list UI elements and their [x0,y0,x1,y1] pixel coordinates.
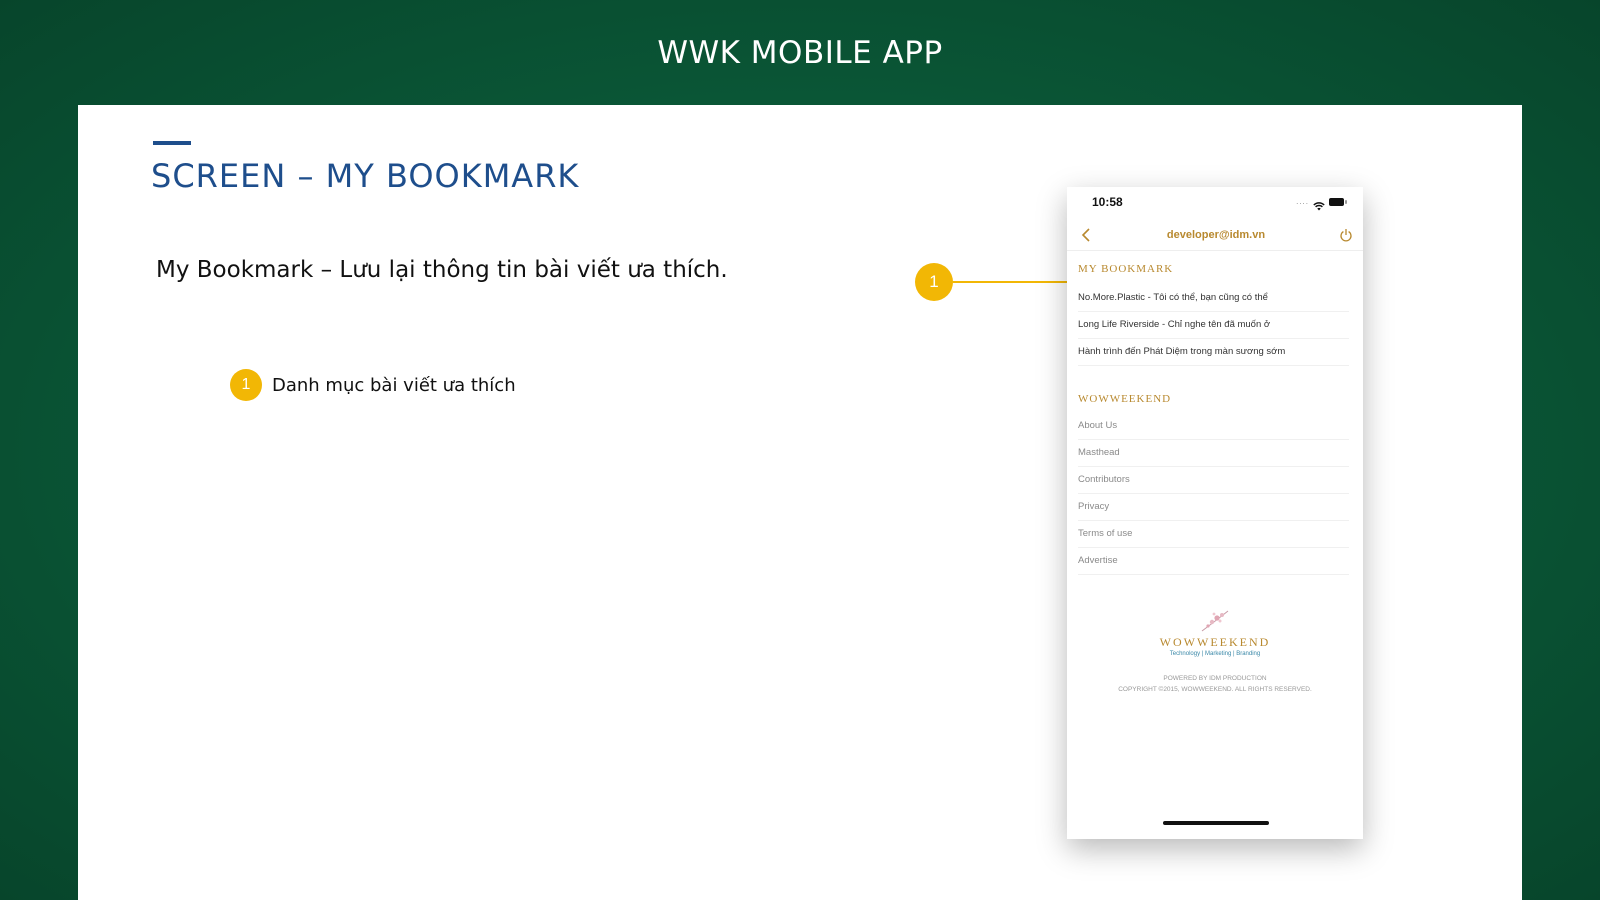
nav-bar: developer@idm.vn [1067,219,1363,251]
bookmark-list: No.More.Plastic - Tôi có thể, bạn cũng c… [1078,285,1349,366]
signal-icon: .... [1296,197,1309,206]
screen-title: SCREEN – MY BOOKMARK [151,157,580,195]
status-icons: .... [1296,197,1347,210]
status-time: 10:58 [1092,195,1123,209]
menu-item-masthead[interactable]: Masthead [1078,440,1349,467]
menu-list: About Us Masthead Contributors Privacy T… [1078,413,1349,575]
legend-item: 1 Danh mục bài viết ưa thích [230,369,516,401]
status-bar: 10:58 .... [1067,187,1363,217]
logo-tagline: Technology | Marketing | Branding [1169,651,1261,657]
flower-logo-icon [1201,610,1229,632]
legend-text: Danh mục bài viết ưa thích [272,374,516,396]
nav-title: developer@idm.vn [1166,228,1266,241]
menu-item-terms[interactable]: Terms of use [1078,521,1349,548]
footer-powered-by: POWERED BY IDM PRODUCTION [1163,675,1267,682]
legend-badge: 1 [230,369,262,401]
header-title: WWK MOBILE APP [657,34,943,71]
bookmark-item[interactable]: Hành trình đến Phát Diệm trong màn sương… [1078,339,1349,366]
menu-item-privacy[interactable]: Privacy [1078,494,1349,521]
footer-copyright: COPYRIGHT ©2015, WOWWEEKEND. ALL RIGHTS … [1118,686,1312,693]
battery-icon [1329,198,1347,206]
chevron-left-icon[interactable] [1077,226,1095,244]
slide-header: WWK MOBILE APP [0,0,1600,105]
footer-logo: WOWWEEKEND Technology | Marketing | Bran… [1067,609,1363,657]
bookmark-section-title: MY BOOKMARK [1078,263,1174,275]
menu-item-contributors[interactable]: Contributors [1078,467,1349,494]
power-icon[interactable] [1337,226,1355,244]
callout-badge: 1 [915,263,953,301]
phone-mockup: 10:58 .... developer@idm.vn MY BOOKMARK … [1067,187,1363,839]
wifi-icon [1313,198,1325,210]
screen-description: My Bookmark – Lưu lại thông tin bài viết… [156,257,728,283]
title-accent-bar [153,141,191,145]
bookmark-item[interactable]: No.More.Plastic - Tôi có thể, bạn cũng c… [1078,285,1349,312]
menu-item-about-us[interactable]: About Us [1078,413,1349,440]
slide-canvas: SCREEN – MY BOOKMARK My Bookmark – Lưu l… [78,105,1522,900]
menu-section-title: WOWWEEKEND [1078,393,1172,405]
logo-wordmark: WOWWEEKEND [1159,635,1271,649]
home-indicator[interactable] [1163,821,1269,825]
menu-item-advertise[interactable]: Advertise [1078,548,1349,575]
bookmark-item[interactable]: Long Life Riverside - Chỉ nghe tên đã mu… [1078,312,1349,339]
